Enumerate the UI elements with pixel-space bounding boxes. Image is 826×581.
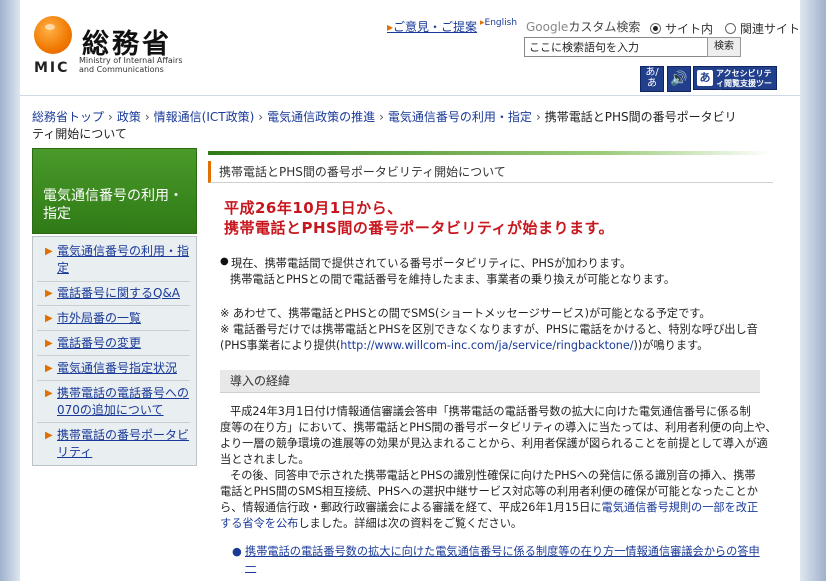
sidebar-item-number-usage[interactable]: ▶ 電気通信番号の利用・指定 (37, 243, 190, 277)
bullet-icon: ● (220, 256, 229, 267)
history-para1-line4: 当とされました。 (220, 453, 310, 466)
search-input[interactable] (524, 37, 708, 57)
radio-checked-icon (650, 23, 661, 34)
radio-related-sites[interactable]: 関連サイト (725, 20, 800, 37)
note-sms: ※ あわせて、携帯電話とPHSとの間でSMS(ショートメッセージサービス)が可能… (220, 307, 711, 320)
speaker-icon: 🔊 (670, 71, 688, 87)
breadcrumb: 総務省トップ › 政策 › 情報通信(ICT政策) › 電気通信政策の推進 › 電気通信番号の利… (32, 109, 744, 143)
feedback-link[interactable]: ▸ご意見・ご提案 (387, 18, 477, 35)
history-para2-line1: その後、同答申で示された携帯電話とPHSの識別性確保に向けたPHSへの発信に係る… (230, 469, 756, 482)
sidebar-item-mnp[interactable]: ▶ 携帯電話の番号ポータビリティ (37, 427, 190, 461)
breadcrumb-link-policy[interactable]: 政策 (117, 110, 141, 124)
ordinance-link-cont[interactable]: する省令を公布 (220, 517, 298, 530)
arrow-right-icon: ▶ (45, 363, 53, 374)
page: 総務省 MIC Ministry of Internal Affairs and… (20, 0, 800, 581)
google-custom-search-label: Googleカスタム検索 (526, 20, 641, 34)
right-page-shadow (800, 0, 826, 581)
history-para1-line3: より一層の競争環境の進展等の効果が見込まれることから、利用者保護が図られることを… (220, 437, 768, 450)
sidebar-item-area-codes[interactable]: ▶ 市外局番の一覧 (37, 310, 190, 327)
arrow-right-icon: ▶ (45, 388, 53, 399)
section-heading: 導入の経緯 (220, 370, 760, 393)
kana-toggle-button[interactable]: あ/あ (640, 66, 664, 92)
search-button[interactable]: 検索 (707, 37, 741, 57)
arrow-right-icon: ▶ (45, 288, 53, 299)
divider (37, 422, 190, 423)
radio-site-internal[interactable]: サイト内 (650, 20, 713, 37)
arrow-right-icon: ▶ (45, 338, 53, 349)
page-title: 携帯電話とPHS間の番号ポータビリティ開始について (208, 161, 773, 183)
history-para2-line3: ら、情報通信行政・郵政行政審議会による審議を経て、平成26年1月15日に電気通信… (220, 501, 759, 514)
arrow-right-icon: ▶ (45, 430, 53, 441)
divider (37, 380, 190, 381)
history-para1-line2: 度等の在り方」において、携帯電話とPHS間の番号ポータビリティの導入に当たっては… (220, 421, 777, 434)
announcement: 平成26年10月1日から、 携帯電話とPHS間の番号ポータビリティが始まります。 (224, 199, 614, 237)
accessibility-tool-label: アクセシビリティ閲覧支援ツール (716, 69, 772, 98)
voice-read-button[interactable]: 🔊 (667, 66, 691, 92)
accessibility-icon: あ (697, 70, 713, 86)
council-report-link[interactable]: 携帯電話の電話番号数の拡大に向けた電気通信番号に係る制度等の在り方一情報通信審議… (245, 544, 765, 576)
ordinance-link[interactable]: 電気通信番号規則の一部を改正 (602, 501, 759, 514)
arrow-right-icon: ▶ (45, 313, 53, 324)
chevron-right-icon: › (258, 110, 264, 124)
title-accent-bar (208, 151, 773, 155)
sidebar-item-qa[interactable]: ▶ 電話番号に関するQ&A (37, 285, 190, 302)
header-divider (20, 95, 800, 96)
intro-line1: 現在、携帯電話間で提供されている番号ポータビリティに、PHSが加わります。 (231, 257, 632, 270)
logo-english: Ministry of Internal Affairs and Communi… (79, 56, 183, 74)
radio-unchecked-icon (725, 23, 736, 34)
history-para2-line2: 電話とPHS間のSMS相互接続、PHSへの選択中継サービス対応等の利用者利便の確… (220, 485, 758, 498)
bullet-icon: ● (232, 545, 242, 558)
english-link[interactable]: ▸English (480, 18, 517, 28)
history-para2-line4: する省令を公布しました。詳細は次の資料をご覧ください。 (220, 517, 523, 530)
sidebar-item-number-change[interactable]: ▶ 電話番号の変更 (37, 335, 190, 352)
divider (37, 305, 190, 306)
chevron-right-icon: › (108, 110, 113, 124)
breadcrumb-link-numbers[interactable]: 電気通信番号の利用・指定 (388, 110, 532, 124)
divider (37, 281, 190, 282)
logo-abbr: MIC (34, 60, 70, 76)
chevron-right-icon: › (144, 110, 150, 124)
chevron-right-icon: › (379, 110, 384, 124)
intro-line2: 携帯電話とPHSとの間で電話番号を維持したまま、事業者の乗り換えが可能となります… (230, 273, 676, 286)
ringback-url-link[interactable]: http://www.willcom-inc.com/ja/service/ri… (340, 339, 633, 352)
history-para1-line1: 平成24年3月1日付け情報通信審議会答申「携帯電話の電話番号数の拡大に向けた電気… (230, 405, 751, 418)
chevron-right-icon: › (535, 110, 541, 124)
left-page-shadow (0, 0, 20, 581)
divider (37, 330, 190, 331)
note-ringback-line2: (PHS事業者により提供(http://www.willcom-inc.com/… (220, 339, 709, 352)
sidebar-menu: ▶ 電気通信番号の利用・指定 ▶ 電話番号に関するQ&A ▶ 市外局番の一覧 ▶ 電話番… (32, 236, 197, 466)
sidebar-heading: 電気通信番号の利用・指定 (32, 148, 197, 234)
breadcrumb-link-telecom[interactable]: 電気通信政策の推進 (267, 110, 375, 124)
mic-logo-icon[interactable] (34, 16, 72, 54)
divider (37, 355, 190, 356)
sidebar-item-070-addition[interactable]: ▶ 携帯電話の電話番号への070の追加について (37, 385, 190, 419)
breadcrumb-link-ict[interactable]: 情報通信(ICT政策) (154, 110, 255, 124)
breadcrumb-link-top[interactable]: 総務省トップ (32, 110, 104, 124)
note-ringback-line1: ※ 電話番号だけでは携帯電話とPHSを区別できなくなりますが、PHSに電話をかけ… (220, 323, 758, 336)
accessibility-tool-button[interactable]: あ アクセシビリティ閲覧支援ツール (693, 66, 777, 98)
sidebar-item-assignment-status[interactable]: ▶ 電気通信番号指定状況 (37, 360, 190, 377)
arrow-right-icon: ▶ (45, 246, 53, 257)
